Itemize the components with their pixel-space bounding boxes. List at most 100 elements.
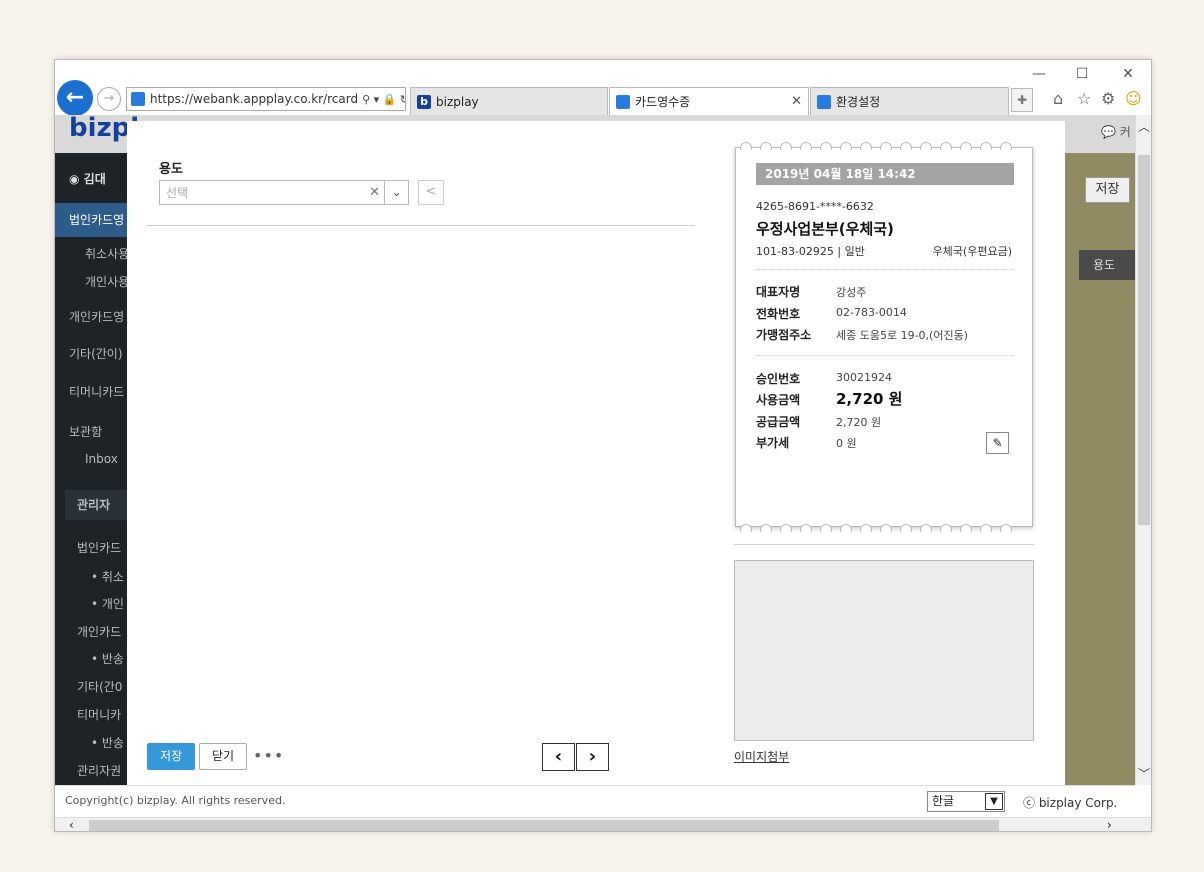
representative-value: 강성주 [836, 286, 867, 299]
approval-label: 승인번호 [756, 372, 801, 386]
address-label: 가맹점주소 [756, 328, 812, 342]
merchant-category: 우체국(우편요금) [932, 245, 1012, 258]
bg-table-area [1063, 153, 1135, 785]
tab-bizplay[interactable]: b bizplay [410, 87, 608, 115]
chat-icon[interactable]: 💬 커 [1101, 123, 1131, 140]
chevron-down-icon[interactable]: ▼ [985, 793, 1003, 810]
bg-sidebar-item[interactable]: • 반송 [91, 650, 124, 667]
scroll-thumb[interactable] [89, 820, 999, 831]
bg-sidebar-item[interactable]: 법인카드영 [55, 203, 127, 237]
bg-sidebar-item[interactable]: • 반송 [91, 734, 124, 751]
scroll-left-icon[interactable]: ‹ [69, 818, 74, 831]
bg-sidebar-item[interactable]: 개인카드영 [69, 308, 124, 325]
horizontal-scrollbar[interactable]: ‹ › [55, 817, 1151, 831]
vat-label: 부가세 [756, 436, 790, 450]
image-preview-area[interactable] [734, 560, 1034, 741]
bg-sidebar-item[interactable]: 개인사용 [85, 273, 129, 290]
home-icon[interactable]: ⌂ [1053, 89, 1063, 108]
pencil-icon[interactable]: ✎ [986, 432, 1009, 454]
corp-text: ⓒ bizplay Corp. [1023, 796, 1118, 810]
vat-value: 0 원 [836, 437, 857, 450]
prev-receipt-button[interactable]: ‹ [542, 743, 575, 771]
bg-sidebar-item[interactable]: • 취소 [91, 568, 124, 585]
tab-label: 환경설정 [836, 95, 881, 109]
merchant-name: 우정사업본부(우체국) [756, 220, 894, 238]
bg-sidebar: ◉ 김대 법인카드영 취소사용 개인사용 개인카드영 기타(간이) 티머니카드 … [55, 153, 129, 785]
divider [734, 544, 1034, 545]
representative-label: 대표자명 [756, 285, 801, 299]
chevron-down-icon[interactable]: ⌄ [384, 181, 408, 204]
business-info: 101-83-02925 | 일반 [756, 245, 865, 258]
page-viewport: bizpl 💬 커 ◉ 김대 법인카드영 취소사용 개인사용 개인카드영 기타(… [55, 115, 1135, 785]
bg-user: ◉ 김대 [69, 172, 106, 186]
receipt-top-edge [736, 142, 1032, 150]
divider [147, 225, 695, 226]
vertical-scrollbar[interactable]: ︿ ﹀ [1135, 115, 1151, 785]
bg-sidebar-item[interactable]: 기타(간0 [77, 678, 122, 695]
maximize-icon[interactable]: ☐ [1072, 66, 1092, 82]
more-options-icon[interactable]: ••• [253, 746, 284, 765]
close-tab-icon[interactable]: ✕ [791, 94, 802, 109]
star-icon[interactable]: ☆ [1077, 89, 1091, 108]
divider [756, 269, 1014, 270]
settings-favicon-icon [817, 94, 831, 109]
bg-save-button[interactable]: 저장 [1085, 177, 1130, 203]
scroll-right-icon[interactable]: › [1107, 818, 1112, 831]
language-value: 한글 [932, 794, 955, 808]
tab-settings[interactable]: 환경설정 [810, 87, 1009, 115]
bg-sidebar-item[interactable]: 관리자권 [77, 762, 121, 779]
amount-label: 사용금액 [756, 393, 801, 407]
bg-sidebar-item[interactable]: 티머니카 [77, 706, 121, 723]
bg-sidebar-item[interactable]: 티머니카드 [69, 383, 124, 400]
page-footer: Copyright(c) bizplay. All rights reserve… [55, 785, 1135, 817]
copyright-text: Copyright(c) bizplay. All rights reserve… [65, 794, 286, 807]
clear-icon[interactable]: ✕ [369, 185, 380, 200]
scroll-up-icon[interactable]: ︿ [1138, 118, 1150, 135]
bg-sidebar-item[interactable]: 관리자 [65, 490, 127, 520]
address-url: https://webank.appplay.co.kr/rcard [150, 92, 359, 106]
bizplay-favicon-icon: b [417, 94, 431, 109]
back-arrow-icon[interactable]: ← [57, 80, 93, 116]
close-button[interactable]: 닫기 [199, 743, 247, 770]
address-bar[interactable]: https://webank.appplay.co.kr/rcard ⚲ ▾ 🔒… [126, 87, 406, 111]
share-icon[interactable]: < [418, 180, 444, 205]
minimize-icon[interactable]: — [1029, 66, 1049, 82]
receipt-favicon-icon [616, 94, 630, 109]
supply-label: 공급금액 [756, 415, 801, 429]
address-value: 세종 도움5로 19-0,(어진동) [836, 329, 968, 342]
scroll-down-icon[interactable]: ﹀ [1138, 765, 1150, 782]
close-window-icon[interactable]: ✕ [1118, 66, 1138, 82]
search-lock-refresh-icon[interactable]: ⚲ ▾ 🔒 ↻ [358, 92, 405, 106]
phone-label: 전화번호 [756, 307, 801, 321]
usage-select-placeholder: 선택 [166, 186, 189, 200]
usage-select[interactable]: 선택 ✕ ⌄ [159, 180, 409, 205]
chat-label: 커 [1119, 125, 1131, 139]
new-tab-icon[interactable]: ✚ [1011, 88, 1033, 112]
bg-sidebar-item[interactable]: 개인카드 [77, 623, 121, 640]
page-favicon-icon [131, 92, 145, 106]
scroll-thumb[interactable] [1138, 155, 1150, 525]
image-attach-link[interactable]: 이미지첨부 [734, 748, 789, 765]
tab-label: 카드영수증 [635, 95, 691, 109]
save-button[interactable]: 저장 [147, 743, 195, 770]
bg-sidebar-item[interactable]: 취소사용 [85, 245, 129, 262]
gear-icon[interactable]: ⚙ [1101, 89, 1115, 108]
amount-value: 2,720 원 [836, 390, 903, 408]
browser-toolbar: — ☐ ✕ ← → https://webank.appplay.co.kr/r… [55, 60, 1151, 116]
bg-user-name: 김대 [83, 172, 106, 186]
receipt-bottom-edge [736, 524, 1032, 532]
bg-sidebar-item[interactable]: Inbox [85, 452, 118, 466]
bg-sidebar-item[interactable]: 보관함 [69, 423, 102, 440]
language-select[interactable]: 한글 ▼ [927, 791, 1005, 812]
tab-label: bizplay [436, 94, 479, 109]
smiley-icon[interactable]: ☺ [1125, 89, 1142, 108]
next-receipt-button[interactable]: › [576, 743, 609, 771]
receipt-modal: 용도 선택 ✕ ⌄ < 저장 닫기 ••• ‹ › 2019년 04월 18일 … [127, 121, 1065, 785]
supply-value: 2,720 원 [836, 416, 882, 429]
bg-sidebar-item[interactable]: 법인카드 [77, 539, 121, 556]
bg-sidebar-item[interactable]: 기타(간이) [69, 345, 123, 362]
bg-sidebar-item[interactable]: • 개인 [91, 595, 124, 612]
forward-arrow-icon[interactable]: → [97, 87, 121, 111]
tab-card-receipt[interactable]: 카드영수증 ✕ [609, 87, 809, 115]
approval-value: 30021924 [836, 371, 892, 384]
